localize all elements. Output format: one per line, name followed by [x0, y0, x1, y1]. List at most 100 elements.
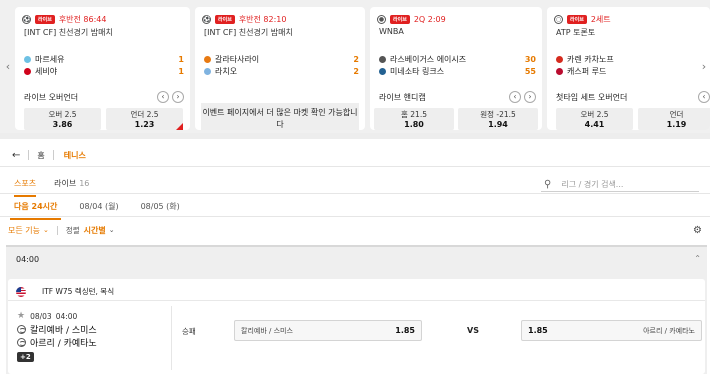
market-name: 승패 [182, 327, 196, 336]
tennis-ball-icon: ○ [554, 14, 563, 24]
odds-button[interactable]: 홈 21.5 1.80 [374, 108, 454, 130]
breadcrumb: ← 홈 테니스 [0, 147, 710, 163]
participant-name: 아르리 / 카예타노 [30, 339, 97, 349]
search-box[interactable]: ⚲ [541, 177, 699, 192]
live-card[interactable]: ● 라이브 2Q 2:09 WNBA 라스베이거스 에이시즈 30 미네소타 링… [370, 7, 542, 130]
odds-label: 언더 2.5 [130, 110, 159, 119]
time-group-header[interactable]: 04:00 ⌃ [6, 245, 707, 271]
divider [28, 150, 30, 160]
message-line: 이벤트 페이지에서 더 많은 마켓 확인 가능합니 [202, 108, 358, 117]
player-name: 카렌 카차노프 [567, 55, 614, 64]
carousel-prev-chevron-left-icon[interactable]: ‹ [3, 60, 13, 74]
odds-button[interactable]: 오버 2.5 4.41 [556, 108, 633, 130]
team-name: 마르세유 [35, 55, 65, 64]
team-logo-icon [24, 56, 31, 63]
breadcrumb-home-link[interactable]: 홈 [37, 150, 44, 161]
market-row: 첫타임 세트 오버언더 ‹ [556, 91, 710, 103]
odds-label: 홈 21.5 [401, 110, 427, 119]
live-card[interactable]: ○ 라이브 2세트 ATP 토론토 카렌 카차노프 캐스퍼 루드 첫타임 세트 … [547, 7, 710, 130]
live-card[interactable]: ⚽ 라이브 후반전 86:44 [INT CF] 친선경기 밤매치 마르세유 1… [15, 7, 190, 130]
divider [0, 166, 710, 167]
league-name: [INT CF] 친선경기 밤매치 [24, 28, 113, 37]
team-row: 캐스퍼 루드 [556, 66, 704, 77]
odds-value: 1.23 [134, 120, 155, 129]
team-name: 미네소타 링크스 [390, 67, 445, 76]
flag-icon [556, 56, 563, 63]
us-flag-icon [16, 286, 26, 297]
team-score: 1 [178, 67, 184, 76]
soccer-ball-icon: ⚽ [22, 14, 31, 24]
event-time: 04:00 [55, 311, 78, 321]
team-name: 세비야 [35, 67, 58, 76]
time-group-label: 04:00 [16, 255, 40, 264]
event-date: 08/03 [30, 311, 52, 321]
carousel-next-chevron-right-icon[interactable]: › [699, 60, 709, 74]
sort-label: 정렬 [65, 225, 80, 235]
player-name: 캐스퍼 루드 [567, 67, 607, 76]
market-next-chevron-right-icon[interactable]: › [172, 91, 184, 103]
search-input[interactable] [561, 179, 692, 189]
team-score: 1 [178, 55, 184, 64]
odds-button-away[interactable]: 1.85 아르리 / 카예타노 [521, 320, 702, 341]
divider [171, 306, 172, 370]
live-card[interactable]: ⚽ 라이브 후반전 82:10 [INT CF] 친선경기 밤매치 갈라타사라이… [195, 7, 365, 130]
team-name: 갈라타사라이 [215, 55, 260, 64]
odds-value: 3.86 [52, 120, 73, 129]
live-carousel: ‹ ⚽ 라이브 후반전 86:44 [INT CF] 친선경기 밤매치 마르세유… [0, 0, 710, 133]
team-score: 2 [353, 55, 359, 64]
team-logo-icon [24, 68, 31, 75]
market-prev-chevron-left-icon[interactable]: ‹ [157, 91, 169, 103]
gear-icon[interactable]: ⚙ [693, 225, 702, 236]
tennis-ball-icon [17, 338, 26, 347]
live-badge: 라이브 [567, 14, 587, 24]
selection-odds: 1.85 [528, 326, 548, 335]
odds-value: 1.80 [404, 120, 424, 129]
chevron-up-icon[interactable]: ⌃ [694, 254, 701, 263]
star-icon[interactable]: ★ [17, 311, 25, 321]
divider [0, 216, 710, 217]
market-name: 라이브 오버언더 [24, 92, 79, 102]
league-header[interactable]: ITF W75 렉싱턴, 복식 [16, 286, 114, 297]
vs-label: VS [467, 326, 479, 335]
sort-dropdown[interactable]: 시간별 [84, 225, 106, 236]
search-icon: ⚲ [544, 178, 552, 190]
team-score: 2 [353, 67, 359, 76]
tennis-ball-icon [17, 325, 26, 334]
live-badge: 라이브 [35, 14, 55, 24]
live-card-header: ● 라이브 2Q 2:09 [377, 13, 446, 25]
odds-label: 오버 2.5 [580, 110, 609, 119]
more-markets-message[interactable]: 이벤트 페이지에서 더 많은 마켓 확인 가능합니 다 [201, 103, 359, 130]
market-prev-chevron-left-icon[interactable]: ‹ [509, 91, 521, 103]
team-logo-icon [379, 56, 386, 63]
all-functions-dropdown[interactable]: 모든 기능 [8, 225, 40, 236]
team-logo-icon [204, 56, 211, 63]
odds-label: 오버 2.5 [48, 110, 77, 119]
odds-button[interactable]: 오버 2.5 3.86 [24, 108, 101, 130]
arrow-left-icon[interactable]: ← [12, 150, 20, 161]
team-row: 세비야 1 [24, 66, 184, 77]
match-clock: 2Q 2:09 [413, 14, 446, 24]
odds-button-home[interactable]: 칼리예바 / 스미스 1.85 [234, 320, 422, 341]
selection-odds: 1.85 [395, 326, 415, 335]
live-card-header: ○ 라이브 2세트 [554, 13, 611, 25]
divider [8, 300, 705, 301]
tab-live[interactable]: 라이브 16 [54, 178, 89, 197]
more-markets-badge[interactable]: +2 [17, 352, 34, 362]
market-prev-chevron-left-icon[interactable]: ‹ [698, 91, 710, 103]
odds-button[interactable]: 언더 1.19 [638, 108, 710, 130]
tab-sports[interactable]: 스포츠 [14, 178, 37, 197]
odds-label: 언더 [669, 110, 684, 119]
match-clock: 2세트 [590, 14, 611, 24]
event-participant[interactable]: 칼리예바 / 스미스 [17, 324, 97, 336]
odds-button[interactable]: 언더 2.5 1.23 [106, 108, 183, 130]
market-name: 라이브 핸디캡 [379, 92, 426, 102]
chevron-down-icon: ⌄ [42, 226, 49, 234]
filter-toolbar: 모든 기능 ⌄ 정렬 시간별 ⌄ ⚙ [8, 223, 702, 237]
event-meta: ★ 08/03 04:00 [17, 311, 77, 321]
selection-name: 아르리 / 카예타노 [643, 326, 695, 335]
event-card: ITF W75 렉싱턴, 복식 ★ 08/03 04:00 칼리예바 / 스미스… [8, 279, 705, 374]
odds-button[interactable]: 원정 -21.5 1.94 [458, 108, 538, 130]
flag-icon [556, 68, 563, 75]
event-participant[interactable]: 아르리 / 카예타노 [17, 337, 97, 349]
market-next-chevron-right-icon[interactable]: › [524, 91, 536, 103]
